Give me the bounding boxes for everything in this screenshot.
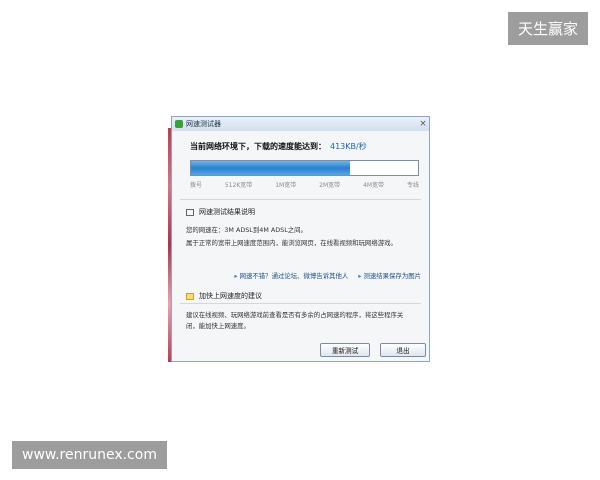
watermark-bottom: www.renrunex.com bbox=[12, 441, 167, 469]
retest-button[interactable]: 重新测试 bbox=[320, 343, 370, 357]
speed-scale: 拨号 512K宽带 1M宽带 2M宽带 4M宽带 专线 bbox=[190, 180, 419, 189]
tips-line-2: 闭，能加快上网速度。 bbox=[186, 322, 250, 330]
speed-tick-label: 512K宽带 bbox=[224, 182, 253, 189]
share-link[interactable]: ▸ 网速不错？通过论坛、微博告诉其他人 bbox=[234, 271, 348, 280]
arrow-icon: ▸ bbox=[234, 272, 238, 280]
speed-value: 413KB/秒 bbox=[330, 142, 367, 151]
app-icon bbox=[175, 120, 183, 128]
speed-tick-label: 2M宽带 bbox=[319, 182, 341, 189]
chart-icon bbox=[186, 208, 194, 216]
speed-headline: 当前网络环境下，下载的速度能达到： 413KB/秒 bbox=[190, 141, 367, 152]
explanation-heading-text: 网速测试结果说明 bbox=[199, 208, 255, 216]
tips-heading-text: 加快上网速度的建议 bbox=[199, 292, 262, 300]
divider bbox=[180, 199, 421, 200]
exit-button[interactable]: 退出 bbox=[380, 343, 426, 357]
explanation-line-2: 属于正常的宽带上网速度范围内，能浏览网页，在线看视频和玩网络游戏。 bbox=[186, 239, 397, 247]
tips-line-1: 建议在线视频、玩网络游戏前查看是否有多余的占网速的程序，将这些程序关 bbox=[186, 311, 404, 319]
speed-progress-bar bbox=[190, 160, 419, 176]
speed-tick-label: 拨号 bbox=[190, 182, 203, 189]
speed-test-window: 网速测试器 × 当前网络环境下，下载的速度能达到： 413KB/秒 拨号 512K宽… bbox=[171, 116, 430, 362]
speed-tick-label: 4M宽带 bbox=[363, 182, 385, 189]
arrow-icon: ▸ bbox=[358, 272, 362, 280]
explanation-heading: 网速测试结果说明 bbox=[186, 207, 255, 217]
folder-icon bbox=[186, 292, 194, 300]
watermark-top: 天生赢家 bbox=[507, 12, 588, 45]
close-button[interactable]: × bbox=[417, 119, 429, 129]
save-image-link-text: 测速结果保存为图片 bbox=[363, 272, 421, 280]
window-title: 网速测试器 bbox=[186, 120, 221, 128]
tips-heading: 加快上网速度的建议 bbox=[186, 291, 262, 301]
share-link-text: 网速不错？通过论坛、微博告诉其他人 bbox=[239, 272, 349, 280]
speed-progress-fill bbox=[191, 161, 350, 175]
save-image-link[interactable]: ▸ 测速结果保存为图片 bbox=[358, 271, 421, 280]
speed-tick-label: 1M宽带 bbox=[275, 182, 297, 189]
links-row: ▸ 网速不错？通过论坛、微博告诉其他人 ▸ 测速结果保存为图片 bbox=[234, 271, 421, 280]
title-bar: 网速测试器 × bbox=[172, 117, 429, 131]
explanation-line-1: 您的网速在：3M ADSL到4M ADSL之间。 bbox=[186, 226, 307, 234]
speed-tick-label: 专线 bbox=[406, 182, 419, 189]
divider bbox=[180, 303, 421, 304]
headline-text: 当前网络环境下，下载的速度能达到： bbox=[190, 142, 326, 151]
